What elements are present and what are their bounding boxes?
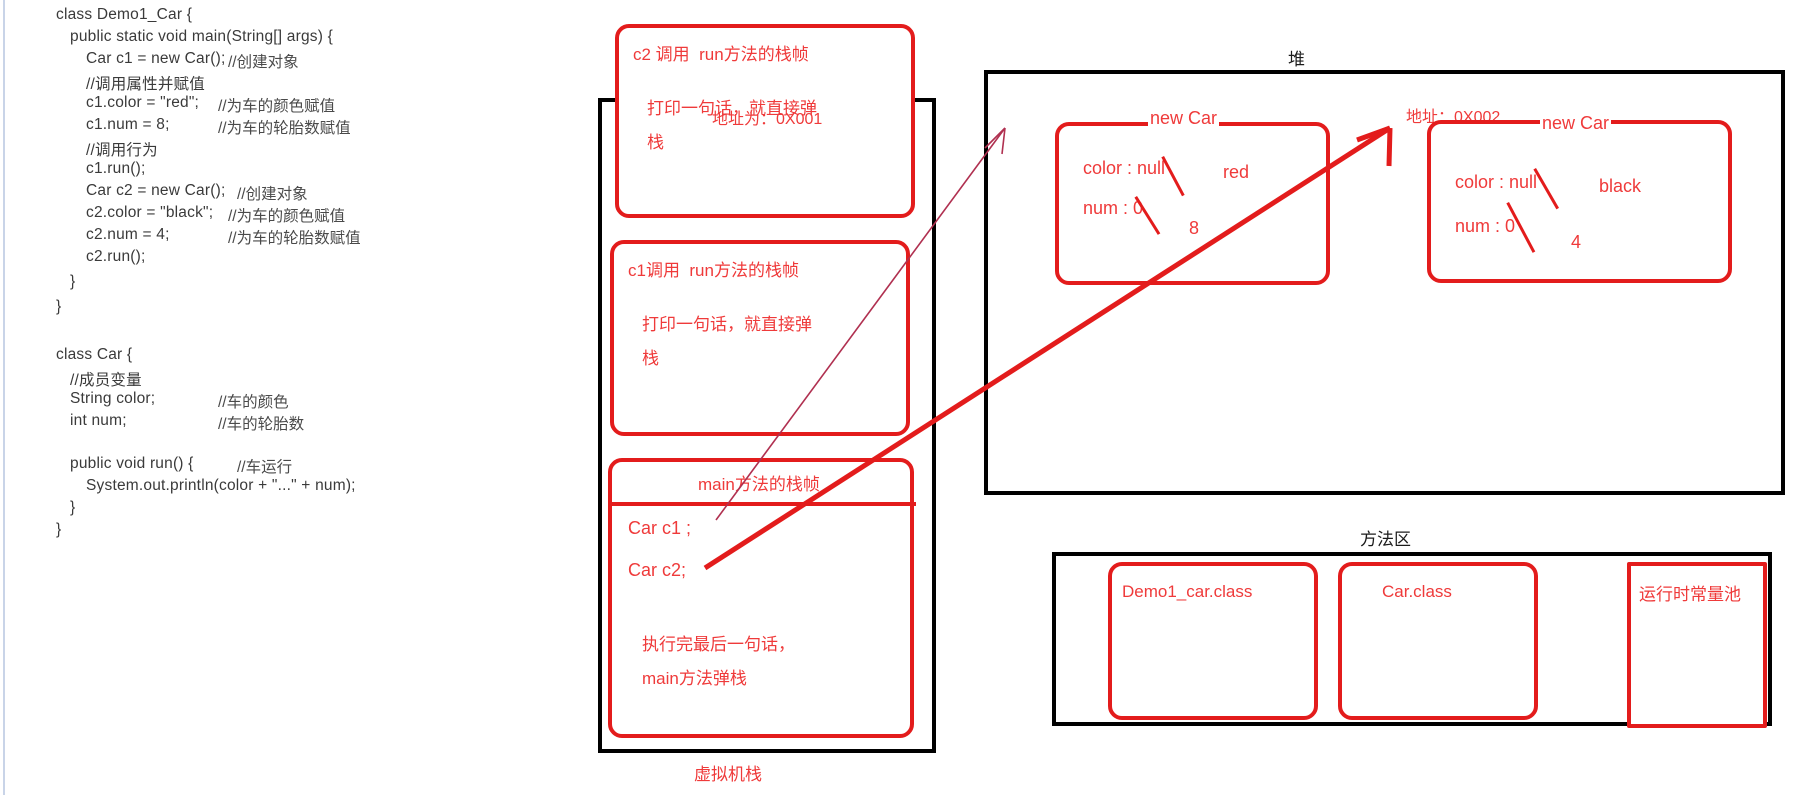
code-line: System.out.println(color + "..." + num); — [86, 477, 356, 494]
code-comment: //车运行 — [237, 459, 293, 476]
heap-field-new-value: red — [1223, 162, 1250, 182]
method-area-label: 方法区 — [1360, 530, 1411, 549]
code-comment: //为车的颜色赋值 — [218, 98, 336, 115]
code-comment: //创建对象 — [228, 54, 299, 71]
class-name: 运行时常量池 — [1639, 585, 1741, 604]
stack-frame-divider — [610, 502, 916, 506]
stack-frame-var: Car c2; — [628, 560, 687, 580]
heap-field-new-value: 8 — [1189, 218, 1200, 238]
heap-object-name: new Car — [1148, 108, 1220, 129]
stack-frame-body-line: 执行完最后一句话， — [642, 635, 795, 654]
stack-frame-body-line: 栈 — [642, 349, 659, 368]
heap-object-1: color : null red num : 0 8 — [1055, 122, 1330, 285]
method-area-item-2: 运行时常量池 — [1627, 562, 1767, 728]
code-line: } — [70, 273, 76, 290]
code-line: } — [56, 521, 62, 538]
code-line: c1.color = "red"; — [86, 94, 200, 111]
stack-frame-body-line: 栈 — [647, 133, 664, 152]
code-line: public static void main(String[] args) { — [70, 28, 333, 45]
class-name: Car.class — [1382, 582, 1452, 601]
diagram-canvas: class Demo1_Car { public static void mai… — [0, 0, 1805, 795]
java-source-code: class Demo1_Car { public static void mai… — [0, 0, 500, 660]
code-line: class Demo1_Car { — [56, 6, 193, 23]
code-comment: //为车的轮胎数赋值 — [228, 230, 361, 247]
code-comment: //为车的轮胎数赋值 — [218, 120, 351, 137]
heap-object-address: 地址为：0X001 — [712, 111, 823, 128]
code-comment: //车的颜色 — [218, 394, 289, 411]
method-area-item-0: Demo1_car.class — [1108, 562, 1318, 720]
vm-stack-label: 虚拟机栈 — [694, 765, 762, 784]
heap-object-name: new Car — [1540, 113, 1612, 134]
code-comment: //为车的颜色赋值 — [228, 208, 346, 225]
stack-frame-title: main方法的栈帧 — [698, 475, 820, 494]
heap-field-key: color : null — [1455, 172, 1538, 192]
stack-frame-body-line: main方法弹栈 — [642, 669, 747, 688]
code-line: class Car { — [56, 346, 133, 363]
stack-frame-var: Car c1 ; — [628, 518, 692, 538]
heap-field-key: num : 0 — [1083, 198, 1144, 218]
code-line: public void run() { — [70, 455, 194, 472]
code-line: //调用行为 — [86, 142, 158, 159]
heap-field-new-value: black — [1599, 176, 1642, 196]
code-line: int num; — [70, 412, 127, 429]
heap-field-key: num : 0 — [1455, 216, 1516, 236]
code-line: String color; — [70, 390, 156, 407]
heap-label: 堆 — [1288, 50, 1305, 69]
code-line: } — [70, 499, 76, 516]
code-line: //成员变量 — [70, 372, 142, 389]
heap-field-key: color : null — [1083, 158, 1166, 178]
heap-field-new-value: 4 — [1571, 232, 1582, 252]
code-line: c1.num = 8; — [86, 116, 170, 133]
heap-object-2: color : null black num : 0 4 — [1427, 120, 1732, 283]
code-line: //调用属性并赋值 — [86, 76, 205, 93]
code-line: c2.num = 4; — [86, 226, 170, 243]
code-comment: //创建对象 — [237, 186, 308, 203]
stack-frame-title: c1调用 run方法的栈帧 — [628, 261, 799, 280]
code-line: c1.run(); — [86, 160, 146, 177]
code-line: Car c1 = new Car(); — [86, 50, 226, 67]
code-line: } — [56, 298, 62, 315]
code-line: Car c2 = new Car(); — [86, 182, 226, 199]
method-area-item-1: Car.class — [1338, 562, 1538, 720]
stack-frame-body-line: 打印一句话，就直接弹 — [642, 315, 812, 334]
class-name: Demo1_car.class — [1122, 582, 1253, 601]
strike-through-mark — [1533, 168, 1559, 210]
code-line: c2.color = "black"; — [86, 204, 214, 221]
stack-frame-c1-run: c1调用 run方法的栈帧 打印一句话，就直接弹 栈 — [610, 240, 910, 436]
stack-frame-title: c2 调用 run方法的栈帧 — [633, 45, 809, 64]
stack-frame-main: main方法的栈帧 Car c1 ; Car c2; 执行完最后一句话， mai… — [608, 458, 916, 738]
code-line: c2.run(); — [86, 248, 146, 265]
code-comment: //车的轮胎数 — [218, 416, 305, 433]
